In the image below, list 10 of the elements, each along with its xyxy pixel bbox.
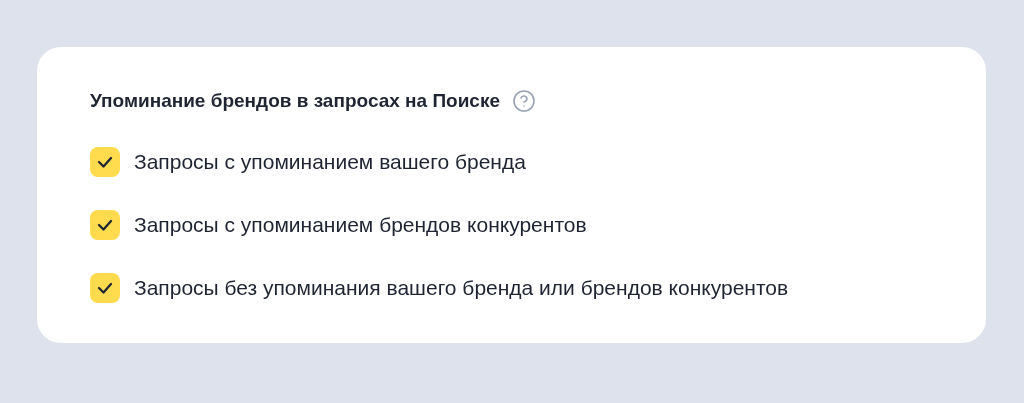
checkbox[interactable]	[90, 273, 120, 303]
checkbox[interactable]	[90, 147, 120, 177]
checkbox-label[interactable]: Запросы с упоминанием брендов конкурентов	[134, 209, 587, 241]
checkbox-label[interactable]: Запросы с упоминанием вашего бренда	[134, 146, 526, 178]
check-icon	[97, 156, 113, 168]
checkbox[interactable]	[90, 210, 120, 240]
checkbox-label[interactable]: Запросы без упоминания вашего бренда или брендов конкурентов	[134, 272, 789, 304]
check-icon	[97, 219, 113, 231]
section-title: Упоминание брендов в запросах на Поиске	[90, 88, 500, 113]
check-icon	[97, 282, 113, 294]
